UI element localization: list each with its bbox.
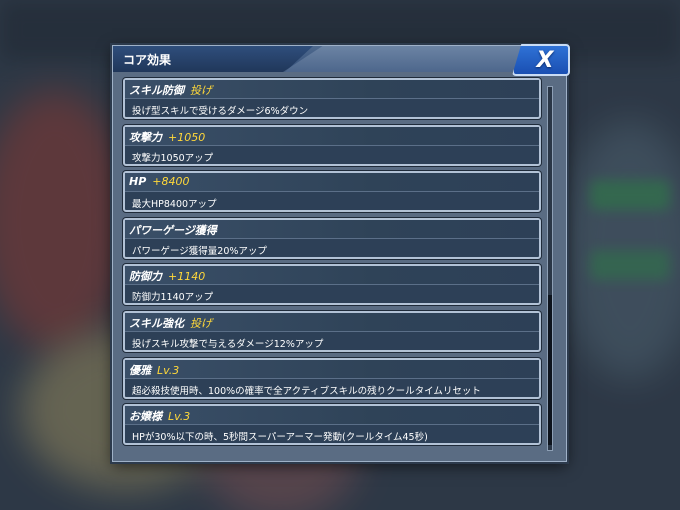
effect-description: 投げ型スキルで受けるダメージ6%ダウン xyxy=(132,106,309,117)
effect-value: 投げ xyxy=(190,317,212,330)
effect-card-header: 防御力 +1140 xyxy=(125,266,539,286)
effect-card: パワーゲージ獲得 パワーゲージ獲得量20%アップ xyxy=(123,217,541,259)
effect-description: HPが30%以下の時、5秒間スーパーアーマー発動(クールタイム45秒) xyxy=(132,432,428,444)
close-button[interactable]: X xyxy=(512,44,570,76)
effect-card: 攻撃力 +1050 攻撃力1050アップ xyxy=(123,124,541,166)
effect-card: HP +8400 最大HP8400アップ xyxy=(123,171,541,213)
effect-list[interactable]: スキル防御 投げ 投げ型スキルで受けるダメージ6%ダウン 攻撃力 +1050 攻撃力… xyxy=(123,78,541,456)
effect-name: 防御力 xyxy=(129,270,162,284)
effect-name: お嬢様 xyxy=(129,410,162,424)
effect-value: Lv.3 xyxy=(157,363,180,377)
effect-card-header: お嬢様 Lv.3 xyxy=(125,406,539,426)
effect-card-header: HP +8400 xyxy=(125,173,539,193)
effect-card-header: 攻撃力 +1050 xyxy=(125,126,539,146)
effect-card-header: パワーゲージ獲得 xyxy=(125,219,539,239)
effect-description: 投げスキル攻撃で与えるダメージ12%アップ xyxy=(132,339,324,350)
effect-card: スキル強化 投げ 投げスキル攻撃で与えるダメージ12%アップ xyxy=(123,311,541,352)
effect-name: スキル強化 xyxy=(129,317,184,330)
effect-card: 防御力 +1140 防御力1140アップ xyxy=(123,264,541,306)
effect-card: スキル防御 投げ 投げ型スキルで受けるダメージ6%ダウン xyxy=(123,78,541,119)
effect-description: 超必殺技使用時、100%の確率で全アクティブスキルの残りクールタイムリセット xyxy=(132,385,481,397)
dialog-titlebar: コア効果 xyxy=(113,46,566,72)
effect-value: +8400 xyxy=(152,175,190,189)
effect-value: 投げ xyxy=(190,84,212,97)
core-effect-dialog: コア効果 X スキル防御 投げ 投げ型スキルで受けるダメージ6%ダウン 攻撃力 +1… xyxy=(112,44,570,462)
effect-value: Lv.3 xyxy=(168,410,191,424)
effect-name: スキル防御 xyxy=(129,84,184,97)
effect-value: +1140 xyxy=(168,270,206,284)
effect-card: お嬢様 Lv.3 HPが30%以下の時、5秒間スーパーアーマー発動(クールタイム4… xyxy=(123,404,541,446)
scrollbar[interactable] xyxy=(547,86,553,451)
effect-card: 優雅 Lv.3 超必殺技使用時、100%の確率で全アクティブスキルの残りクールタイ… xyxy=(123,357,541,399)
effect-description: パワーゲージ獲得量20%アップ xyxy=(132,245,267,257)
effect-card-header: スキル防御 投げ xyxy=(125,80,539,99)
effect-card-header: 優雅 Lv.3 xyxy=(125,359,539,379)
dialog-title: コア効果 xyxy=(123,53,172,67)
scrollbar-thumb[interactable] xyxy=(548,295,552,445)
effect-name: パワーゲージ獲得 xyxy=(129,223,217,237)
effect-name: 攻撃力 xyxy=(129,130,162,144)
effect-description: 攻撃力1050アップ xyxy=(132,152,214,164)
effect-name: HP xyxy=(129,175,147,189)
effect-card-header: スキル強化 投げ xyxy=(125,313,539,332)
effect-description: 最大HP8400アップ xyxy=(132,199,217,211)
close-icon: X xyxy=(536,47,554,73)
effect-name: 優雅 xyxy=(129,363,151,377)
effect-value: +1050 xyxy=(168,130,206,144)
effect-description: 防御力1140アップ xyxy=(132,292,214,304)
